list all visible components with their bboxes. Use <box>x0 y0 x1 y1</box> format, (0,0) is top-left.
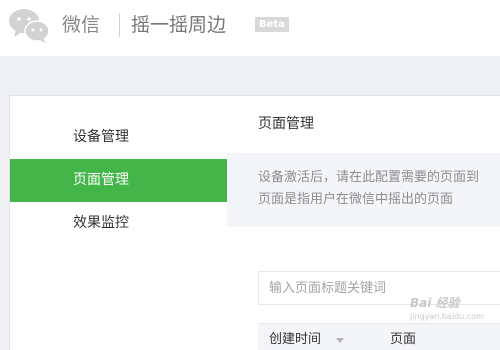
sidebar-item-device-management[interactable]: 设备管理 <box>10 116 227 159</box>
notice-line-2: 页面是指用户在微信中摇出的页面 <box>258 192 454 207</box>
brand-name[interactable]: 微信 <box>62 13 100 37</box>
table-header: 创建时间 页面 <box>258 323 500 350</box>
title-divider <box>119 13 120 37</box>
notice-line-1: 设备激活后，请在此配置需要的页面到 <box>258 170 480 185</box>
sort-down-icon[interactable] <box>336 338 344 343</box>
wechat-logo-icon[interactable] <box>8 6 50 44</box>
app-title: 摇一摇周边 <box>131 14 227 36</box>
column-header-created-time[interactable]: 创建时间 <box>269 331 321 349</box>
sidebar-item-page-management[interactable]: 页面管理 <box>10 159 227 202</box>
page-title: 页面管理 <box>258 116 314 132</box>
watermark: Bai 经验 jingyan.baidu.com <box>410 296 484 324</box>
sidebar: 设备管理 页面管理 效果监控 <box>9 95 227 350</box>
beta-badge: Beta <box>255 17 289 32</box>
watermark-text: Bai 经验 <box>410 296 460 310</box>
sidebar-item-effect-monitoring[interactable]: 效果监控 <box>10 202 227 245</box>
notice-box: 设备激活后，请在此配置需要的页面到 页面是指用户在微信中摇出的页面 <box>227 153 500 227</box>
column-header-page: 页面 <box>390 332 417 347</box>
top-header: 微信 摇一摇周边 Beta <box>0 0 500 56</box>
watermark-sub: jingyan.baidu.com <box>410 312 484 321</box>
